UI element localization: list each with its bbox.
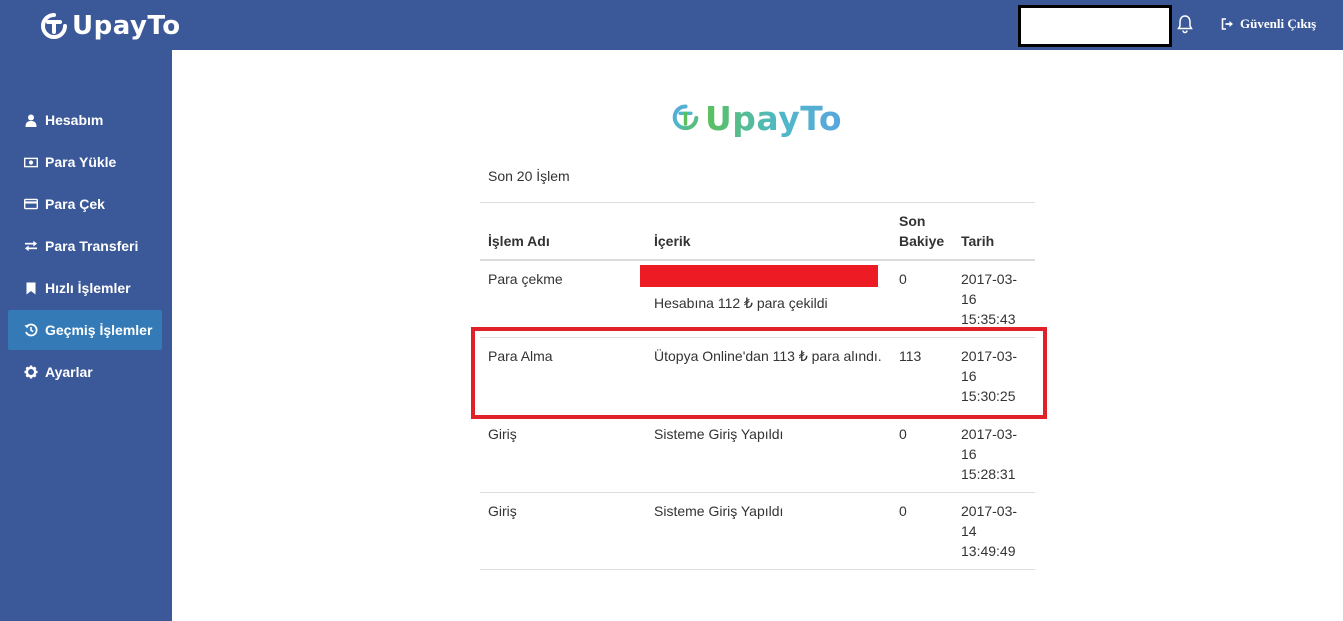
transaction-balance: 0 (891, 259, 953, 338)
money-icon (24, 155, 38, 169)
transaction-date: 2017-03-16 15:35:43 (953, 259, 1035, 338)
sidebar-item-label: Para Yükle (45, 154, 117, 170)
exchange-icon (24, 239, 38, 253)
column-header-islem-adi: İşlem Adı (480, 202, 646, 261)
transaction-name: Para Alma (480, 337, 646, 416)
sidebar-item-para-transferi[interactable]: Para Transferi (8, 226, 162, 266)
sidebar-item-label: Geçmiş İşlemler (45, 322, 153, 338)
column-header-son-bakiye: Son Bakiye (891, 202, 953, 261)
logout-button[interactable]: Güvenli Çıkış (1221, 16, 1316, 32)
transaction-content: Sisteme Giriş Yapıldı (646, 415, 891, 493)
sidebar-item-para-cek[interactable]: Para Çek (8, 184, 162, 224)
user-name-redacted (1018, 5, 1172, 47)
user-icon (24, 113, 38, 127)
brand-logo-icon (672, 104, 699, 131)
logout-label: Güvenli Çıkış (1240, 16, 1317, 31)
table-row: Giriş Sisteme Giriş Yapıldı 0 2017-03-16… (480, 415, 1035, 493)
transaction-name: Para çekme (480, 259, 646, 338)
column-header-icerik: İçerik (646, 202, 891, 261)
sign-out-icon (1221, 18, 1233, 30)
bookmark-icon (24, 281, 38, 295)
brand-logo-text: UpayTo (72, 11, 181, 41)
sidebar-item-gecmis-islemler[interactable]: Geçmiş İşlemler (8, 310, 162, 350)
sidebar-item-ayarlar[interactable]: Ayarlar (8, 352, 162, 392)
transaction-balance: 113 (891, 337, 953, 416)
redacted-info (640, 265, 878, 287)
transaction-balance: 0 (891, 492, 953, 570)
sidebar-item-hesabim[interactable]: Hesabım (8, 100, 162, 140)
sidebar-item-para-yukle[interactable]: Para Yükle (8, 142, 162, 182)
transactions-table: İşlem Adı İçerik Son Bakiye Tarih Para ç… (480, 202, 1035, 570)
sidebar-item-label: Para Transferi (45, 238, 139, 254)
sidebar-item-hizli-islemler[interactable]: Hızlı İşlemler (8, 268, 162, 308)
table-row: Giriş Sisteme Giriş Yapıldı 0 2017-03-14… (480, 492, 1035, 570)
credit-card-icon (24, 197, 38, 211)
transaction-balance: 0 (891, 415, 953, 493)
main-brand-logo-text: UpayTo (705, 98, 842, 138)
top-navbar: UpayTo Güvenli Çıkış (0, 0, 1343, 50)
brand-logo-icon (41, 13, 67, 39)
transaction-content: Hesabına 112 ₺ para çekildi (654, 295, 828, 311)
gear-icon (24, 365, 38, 379)
sidebar-item-label: Ayarlar (45, 364, 93, 380)
main-brand-logo: UpayTo (672, 92, 842, 144)
transaction-content-cell: Hesabına 112 ₺ para çekildi (640, 259, 891, 338)
sidebar-item-label: Hızlı İşlemler (45, 280, 131, 296)
transaction-date: 2017-03-16 15:28:31 (953, 415, 1035, 493)
transaction-content: Sisteme Giriş Yapıldı (646, 492, 891, 570)
transaction-content: Ütopya Online'dan 113 ₺ para alındı. (646, 337, 891, 416)
table-row: Para Alma Ütopya Online'dan 113 ₺ para a… (480, 337, 1035, 416)
bell-icon[interactable] (1177, 14, 1193, 34)
sidebar-item-label: Para Çek (45, 196, 105, 212)
sidebar-nav: Hesabım Para Yükle Para Çek Para Transfe… (8, 100, 162, 394)
transaction-name: Giriş (480, 415, 646, 493)
table-row: Para çekme Hesabına 112 ₺ para çekildi 0… (480, 259, 1035, 338)
transaction-name: Giriş (480, 492, 646, 570)
history-icon (24, 323, 38, 337)
brand-logo[interactable]: UpayTo (40, 12, 181, 40)
transaction-date: 2017-03-16 15:30:25 (953, 337, 1035, 416)
sidebar-item-label: Hesabım (45, 112, 104, 128)
sidebar: Hesabım Para Yükle Para Çek Para Transfe… (0, 50, 172, 621)
table-header-row: İşlem Adı İçerik Son Bakiye Tarih (480, 202, 1035, 261)
transaction-date: 2017-03-14 13:49:49 (953, 492, 1035, 570)
column-header-tarih: Tarih (953, 202, 1035, 261)
section-title: Son 20 İşlem (488, 168, 570, 184)
